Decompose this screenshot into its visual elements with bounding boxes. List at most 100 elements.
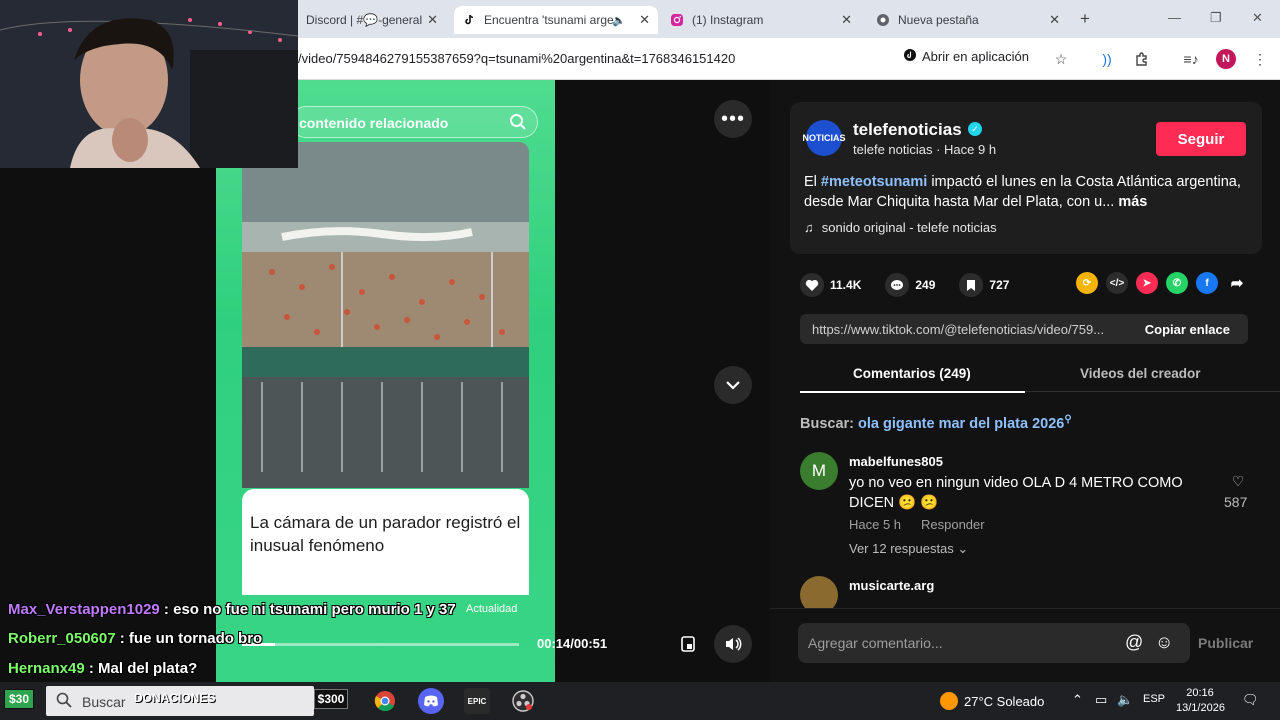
emoji-icon[interactable]: ☺ [1155, 632, 1173, 653]
tiktok-icon [904, 49, 916, 64]
close-icon[interactable]: ✕ [1049, 12, 1060, 28]
search-suggestion-term[interactable]: ola gigante mar del plata 2026 [858, 416, 1064, 432]
next-video-button[interactable] [714, 366, 752, 404]
more-link[interactable]: más [1118, 194, 1147, 210]
comment-text: yo no veo en ningun video OLA D 4 METRO … [849, 475, 1183, 511]
comment-avatar[interactable]: M [800, 452, 838, 490]
close-icon[interactable]: ✕ [639, 12, 650, 28]
donations-label: DONACIONES [134, 691, 216, 705]
copy-link-button[interactable]: Copiar enlace [1145, 322, 1230, 337]
creator-subtitle: telefe noticias · Hace 9 h [853, 142, 997, 157]
tab-instagram-title: (1) Instagram [692, 13, 764, 27]
creator-name[interactable]: telefenoticias [853, 120, 962, 140]
epic-games-taskbar-icon[interactable]: EPIC [464, 688, 490, 714]
embed-icon[interactable]: </> [1106, 272, 1128, 294]
reply-button[interactable]: Responder [921, 517, 985, 532]
follow-button[interactable]: Seguir [1156, 122, 1246, 156]
tab-comments[interactable]: Comentarios (249) [853, 366, 971, 381]
video-progress-bar[interactable] [242, 643, 519, 646]
minimize-icon[interactable]: — [1168, 10, 1181, 25]
creator-avatar[interactable]: NOTICIAS [803, 120, 846, 156]
speaker-icon[interactable]: 🔈 [612, 14, 626, 27]
tab-creator-videos[interactable]: Videos del creador [1080, 366, 1201, 381]
chevron-up-icon[interactable]: ⌃ [1072, 692, 1083, 708]
tab-new-title: Nueva pestaña [898, 13, 979, 27]
repost-icon[interactable]: ⟳ [1076, 272, 1098, 294]
comment-icon [885, 273, 910, 297]
likes-count: 11.4K [830, 278, 862, 292]
comment-like-icon[interactable]: ♡ [1229, 473, 1247, 490]
volume-button[interactable] [714, 625, 752, 663]
chrome-taskbar-icon[interactable] [372, 688, 398, 714]
beach-video-frame [242, 142, 529, 488]
bookmark-icon [959, 273, 984, 297]
tab-new[interactable]: Nueva pestaña ✕ [868, 6, 1068, 34]
notifications-icon[interactable]: 🗨 [1242, 692, 1259, 708]
send-icon[interactable]: ➤ [1136, 272, 1158, 294]
language-indicator[interactable]: ESP [1143, 693, 1165, 705]
whatsapp-icon[interactable]: ✆ [1166, 272, 1188, 294]
comment-username[interactable]: musicarte.arg [849, 578, 934, 593]
post-details-panel: NOTICIAS telefenoticias ✓ telefe noticia… [770, 80, 1280, 682]
system-clock[interactable]: 20:16 13/1/2026 [1176, 686, 1225, 716]
sound-link[interactable]: ♫ sonido original - telefe noticias [804, 220, 997, 235]
weather-widget[interactable]: 27°C Soleado [940, 692, 1044, 710]
comment-item: M mabelfunes805 yo no veo en ningun vide… [800, 452, 1260, 556]
related-search-pill[interactable]: contenido relacionado [290, 106, 538, 138]
obs-taskbar-icon[interactable] [510, 688, 536, 714]
search-icon[interactable] [509, 113, 527, 136]
chat-username: Roberr_050607 [8, 630, 116, 647]
share-icons: ⟳ </> ➤ ✆ f ➦ [1076, 272, 1248, 294]
network-icon[interactable]: ▭ [1095, 692, 1107, 708]
comments-button[interactable]: 249 [885, 273, 935, 297]
media-control-icon[interactable]: ≡♪ [1181, 49, 1201, 69]
extensions-icon[interactable] [1132, 49, 1152, 69]
hashtag-link[interactable]: #meteotsunami [821, 174, 927, 190]
new-tab-button[interactable]: + [1080, 9, 1090, 29]
post-info-card: NOTICIAS telefenoticias ✓ telefe noticia… [790, 102, 1262, 254]
tab-instagram[interactable]: (1) Instagram ✕ [662, 6, 860, 34]
share-link-text[interactable]: https://www.tiktok.com/@telefenoticias/v… [812, 322, 1104, 337]
window-close-icon[interactable]: ✕ [1252, 10, 1263, 26]
facebook-icon[interactable]: f [1196, 272, 1218, 294]
verified-badge-icon: ✓ [968, 122, 982, 136]
tab-discord[interactable]: Discord | #💬-general ✕ [298, 6, 446, 34]
share-arrow-icon[interactable]: ➦ [1226, 272, 1248, 294]
tiktok-page: contenido relacionado La cámara de un pa… [0, 80, 1280, 682]
menu-dots-icon[interactable]: ⋮ [1250, 49, 1270, 69]
chat-username: Hernanx49 [8, 660, 85, 677]
like-button[interactable]: 11.4K [800, 273, 861, 297]
more-options-button[interactable]: ••• [714, 100, 752, 138]
search-suggestion[interactable]: Buscar: ola gigante mar del plata 2026⚲ [800, 414, 1072, 432]
stream-chat-line: Max_Verstappen1029 : eso no fue ni tsuna… [8, 601, 456, 618]
video-time: 00:14/00:51 [537, 636, 608, 651]
url-input[interactable]: /video/7594846279155387659?q=tsunami%20a… [298, 51, 735, 66]
clock-date: 13/1/2026 [1176, 702, 1225, 714]
panel-tabs: Comentarios (249) Videos del creador [800, 358, 1280, 393]
view-replies-button[interactable]: Ver 12 respuestas ⌄ [849, 541, 968, 557]
chevron-down-icon [726, 381, 740, 390]
category-label: Actualidad [466, 603, 518, 615]
close-icon[interactable]: ✕ [841, 12, 852, 28]
comment-avatar[interactable] [800, 576, 838, 608]
save-button[interactable]: 727 [959, 273, 1009, 297]
comment-input[interactable]: Agregar comentario... @ ☺ [798, 623, 1190, 663]
tiktok-icon [462, 13, 476, 27]
discord-taskbar-icon[interactable] [418, 688, 444, 714]
publish-button[interactable]: Publicar [1198, 635, 1253, 651]
cast-icon[interactable]: )) [1097, 49, 1117, 69]
open-in-app-button[interactable]: Abrir en aplicación [904, 49, 1029, 64]
engagement-stats: 11.4K 249 727 [800, 272, 1019, 298]
floating-player-button[interactable] [672, 628, 704, 660]
mention-icon[interactable]: @ [1125, 632, 1143, 653]
close-icon[interactable]: ✕ [427, 12, 438, 28]
sound-label: sonido original - telefe noticias [821, 220, 997, 235]
comment-placeholder: Agregar comentario... [808, 635, 943, 651]
restore-icon[interactable]: ❐ [1210, 10, 1222, 26]
comment-username[interactable]: mabelfunes805 [849, 454, 943, 469]
volume-icon[interactable]: 🔈 [1117, 692, 1133, 708]
webcam-overlay [0, 0, 298, 168]
profile-avatar[interactable]: N [1216, 49, 1236, 69]
tab-tiktok[interactable]: Encuentra 'tsunami arge 🔈 ✕ [454, 6, 658, 34]
bookmark-star-icon[interactable]: ☆ [1051, 49, 1071, 69]
